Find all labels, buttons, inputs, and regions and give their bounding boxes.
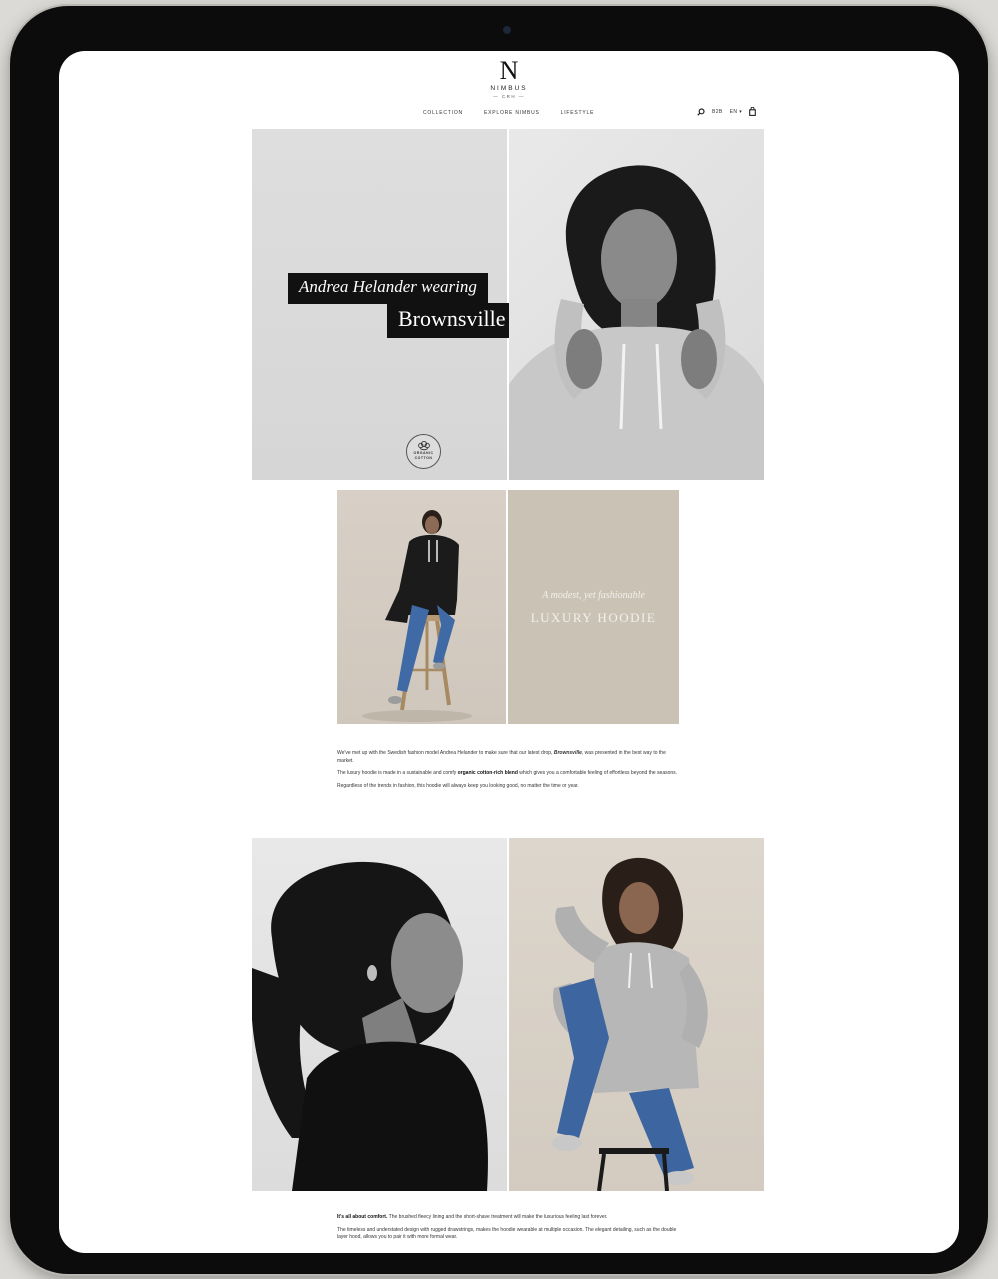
bag-icon[interactable] (749, 107, 756, 116)
feature-tagline-big: LUXURY HOODIE (530, 610, 657, 625)
luxury-hoodie-panel: A modest, yet fashionable LUXURY HOODIE (508, 490, 679, 724)
badge-line2: COTTON (414, 455, 433, 460)
comfort-copy: It's all about comfort. The brushed flee… (337, 1214, 679, 1247)
language-selector[interactable]: EN ▾ (730, 109, 742, 115)
organic-cotton-badge: ORGANIC COTTON (406, 434, 441, 469)
story-copy: We've met up with the Swedish fashion mo… (337, 750, 679, 795)
feature-section: A modest, yet fashionable LUXURY HOODIE (337, 490, 679, 724)
story-paragraph: The luxury hoodie is made in a sustainab… (337, 770, 679, 778)
story-emphasis: Brownsville (553, 750, 582, 756)
front-camera (503, 26, 511, 34)
model-on-stool-photo (337, 490, 506, 724)
feature-tagline-small: A modest, yet fashionable (542, 590, 645, 601)
main-nav: COLLECTION EXPLORE NIMBUS LIFESTYLE (423, 110, 594, 116)
web-page[interactable]: N NIMBUS — CRH — COLLECTION EXPLORE NIMB… (59, 51, 959, 1253)
hero-section: Andrea Helander wearing Brownsville ORGA… (252, 129, 764, 480)
brand-logo-mark[interactable]: N (59, 58, 959, 84)
brand-logo-name[interactable]: NIMBUS (59, 85, 959, 92)
story-paragraph: Regardless of the trends in fashion, thi… (337, 782, 579, 789)
story-text: We've met up with the Swedish fashion mo… (337, 750, 554, 756)
comfort-emphasis: It's all about comfort. (337, 1214, 388, 1220)
story-emphasis: organic cotton-rich blend (457, 770, 518, 776)
nav-item-lifestyle[interactable]: LIFESTYLE (561, 110, 595, 116)
header-utilities: B2B EN ▾ (697, 107, 756, 116)
hero-caption-line1: Andrea Helander wearing (288, 273, 488, 304)
hero-caption-line2: Brownsville (387, 303, 517, 338)
seated-model-photo (509, 838, 764, 1191)
profile-portrait-photo (252, 838, 507, 1191)
tablet-frame: N NIMBUS — CRH — COLLECTION EXPLORE NIMB… (10, 6, 988, 1274)
hero-portrait-photo (509, 129, 764, 480)
nav-item-collection[interactable]: COLLECTION (423, 110, 463, 116)
search-icon[interactable] (697, 107, 705, 116)
brand-logo-tagline: — CRH — (493, 94, 525, 99)
story-text: The luxury hoodie is made in a sustainab… (337, 770, 458, 776)
gallery-section (252, 838, 764, 1191)
hero-caption-panel: Andrea Helander wearing Brownsville ORGA… (252, 129, 517, 480)
story-paragraph: We've met up with the Swedish fashion mo… (337, 750, 679, 765)
comfort-paragraph: The timeless and understated design with… (337, 1226, 677, 1241)
comfort-text: The brushed fleecy lining and the short-… (387, 1214, 608, 1220)
story-text: which gives you a comfortable feeling of… (517, 770, 678, 776)
language-label: EN (729, 108, 738, 115)
nav-item-explore-nimbus[interactable]: EXPLORE NIMBUS (484, 110, 540, 116)
b2b-link[interactable]: B2B (712, 109, 723, 115)
cotton-plant-icon (417, 440, 430, 451)
comfort-paragraph: It's all about comfort. The brushed flee… (337, 1214, 679, 1222)
